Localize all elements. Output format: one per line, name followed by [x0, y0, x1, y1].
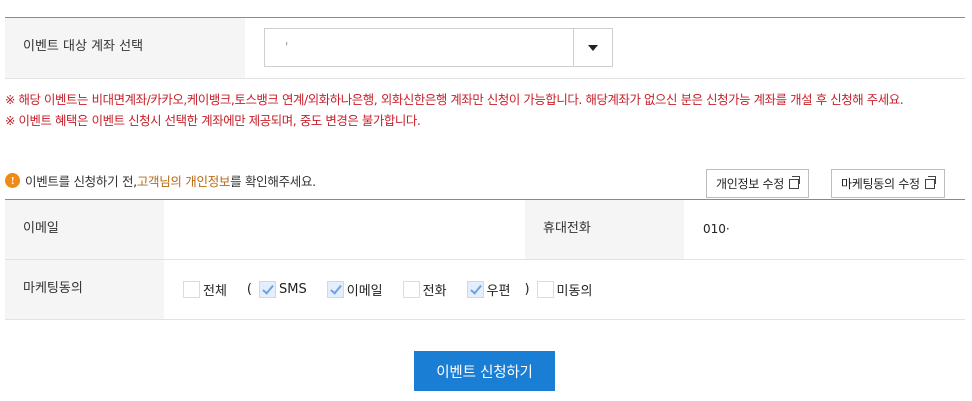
- phone-label: 휴대전화: [525, 200, 684, 259]
- info-text-after: 를 확인해주세요.: [230, 174, 316, 189]
- checkbox-checked-icon: [259, 281, 276, 298]
- checkbox-icon: [402, 281, 420, 298]
- email-label: 이메일: [5, 200, 164, 259]
- info-icon: !: [5, 173, 20, 188]
- consent-all-checkbox[interactable]: 전체: [183, 280, 227, 299]
- checkbox-icon: [536, 281, 554, 298]
- dropdown-toggle-button[interactable]: [573, 29, 612, 66]
- consent-sms-label: SMS: [279, 282, 307, 297]
- checkbox-checked-icon: [326, 281, 344, 298]
- event-apply-button[interactable]: 이벤트 신청하기: [414, 351, 555, 391]
- notice-block: ※ 해당 이벤트는 비대면계좌/카카오,케이뱅크,토스뱅크 연계/외화하나은행,…: [5, 89, 967, 131]
- checkbox-icon: [183, 281, 200, 298]
- account-select-label: 이벤트 대상 계좌 선택: [5, 18, 245, 78]
- account-select-value: ': [285, 40, 289, 54]
- account-select-dropdown[interactable]: ': [264, 28, 613, 67]
- info-message: ! 이벤트를 신청하기 전, 고객님의 개인정보 를 확인해주세요.: [5, 171, 316, 190]
- phone-value: 010·: [703, 222, 730, 236]
- consent-email-checkbox[interactable]: 이메일: [326, 280, 383, 299]
- edit-marketing-consent-label: 마케팅동의 수정: [841, 177, 920, 191]
- consent-sms-checkbox[interactable]: SMS: [259, 281, 307, 298]
- open-paren: (: [246, 282, 252, 297]
- external-window-icon: [924, 175, 936, 189]
- edit-marketing-consent-button[interactable]: 마케팅동의 수정: [831, 169, 945, 198]
- checkbox-checked-icon: [466, 281, 484, 298]
- chevron-down-icon: [588, 44, 598, 51]
- account-select-row: 이벤트 대상 계좌 선택 ': [5, 18, 965, 79]
- consent-none-checkbox[interactable]: 미동의: [536, 280, 593, 299]
- contact-row: 이메일 휴대전화 010·: [5, 200, 965, 260]
- marketing-consent-row: 마케팅동의 전체 ( SMS 이메일 전화 우편 ) 미동의: [5, 260, 965, 320]
- consent-phone-checkbox[interactable]: 전화: [402, 280, 447, 299]
- consent-none-label: 미동의: [556, 284, 593, 299]
- edit-personal-info-button[interactable]: 개인정보 수정: [706, 169, 809, 198]
- external-window-icon: [788, 175, 800, 189]
- consent-email-label: 이메일: [346, 284, 383, 299]
- notice-eligible-accounts: ※ 해당 이벤트는 비대면계좌/카카오,케이뱅크,토스뱅크 연계/외화하나은행,…: [5, 92, 904, 107]
- consent-post-checkbox[interactable]: 우편: [466, 280, 511, 299]
- marketing-consent-options: 전체 ( SMS 이메일 전화 우편 ) 미동의: [183, 280, 612, 299]
- consent-post-label: 우편: [486, 284, 511, 299]
- edit-personal-info-label: 개인정보 수정: [716, 177, 784, 191]
- consent-all-label: 전체: [203, 284, 227, 299]
- info-text-before: 이벤트를 신청하기 전,: [25, 174, 137, 189]
- marketing-consent-label: 마케팅동의: [5, 260, 164, 319]
- close-paren: ): [524, 282, 530, 297]
- consent-phone-label: 전화: [422, 284, 447, 299]
- info-text-highlight: 고객님의 개인정보: [136, 174, 231, 189]
- notice-benefit-account: ※ 이벤트 혜택은 이벤트 신청시 선택한 계좌에만 제공되며, 중도 변경은 …: [5, 113, 421, 128]
